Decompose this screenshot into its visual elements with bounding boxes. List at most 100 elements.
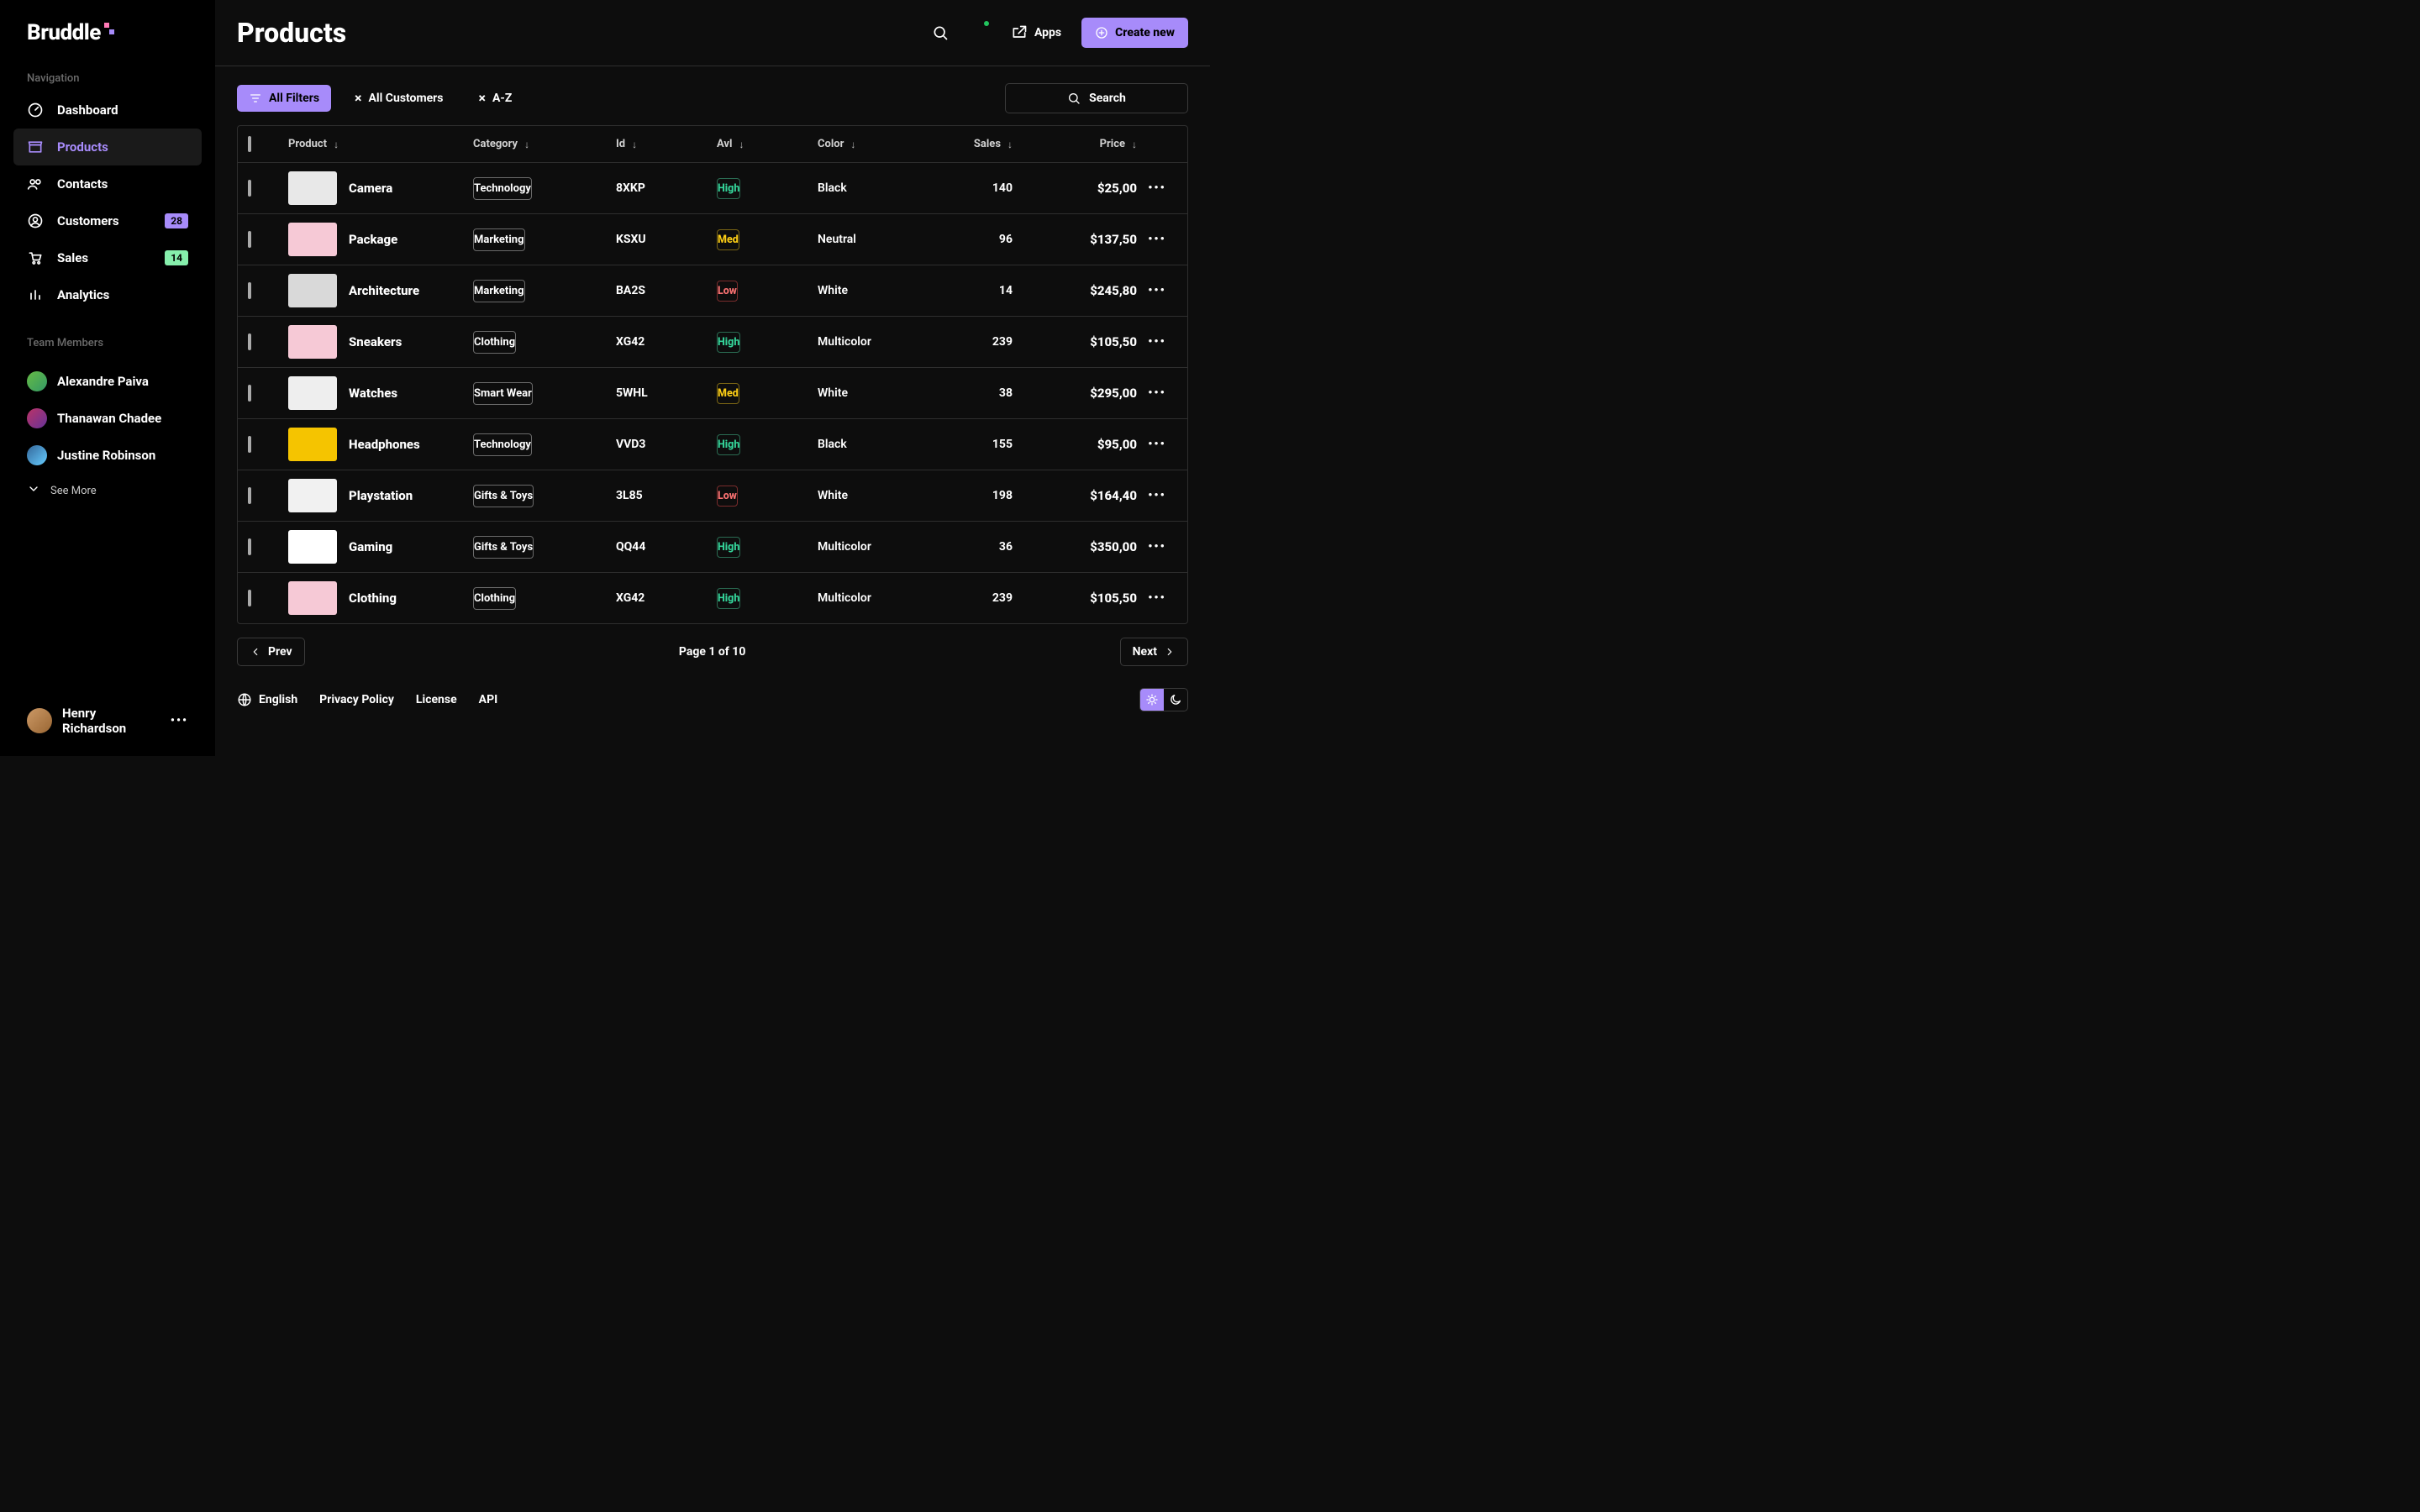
product-price: $25,00 — [1028, 181, 1137, 196]
category-pill: Gifts & Toys — [473, 536, 534, 559]
row-actions-button[interactable]: ••• — [1137, 335, 1177, 349]
product-thumbnail — [288, 274, 337, 307]
row-checkbox[interactable] — [248, 231, 251, 248]
search-button[interactable]: Search — [1005, 83, 1188, 113]
team-member-name: Alexandre Paiva — [57, 374, 149, 389]
avatar[interactable] — [27, 708, 52, 733]
brand-logo[interactable]: Bruddle — [13, 20, 202, 66]
filter-icon — [249, 92, 262, 105]
row-checkbox[interactable] — [248, 436, 251, 453]
category-pill: Gifts & Toys — [473, 485, 534, 507]
sidebar-item-label: Sales — [57, 250, 88, 265]
sidebar-item-label: Products — [57, 139, 108, 155]
product-color: Multicolor — [818, 591, 944, 605]
team-member[interactable]: Alexandre Paiva — [13, 363, 202, 400]
row-checkbox[interactable] — [248, 282, 251, 299]
product-name: Headphones — [349, 437, 420, 452]
filters-bar: All Filters × All Customers × A-Z Search — [215, 66, 1210, 125]
table-row[interactable]: HeadphonesTechnologyVVD3HighBlack155$95,… — [238, 419, 1187, 470]
moon-icon — [1169, 693, 1182, 706]
col-avl[interactable]: Avl↓ — [717, 138, 818, 150]
license-link[interactable]: License — [416, 693, 457, 706]
product-thumbnail — [288, 171, 337, 205]
team-member[interactable]: Thanawan Chadee — [13, 400, 202, 437]
sort-arrow-icon: ↓ — [850, 139, 855, 150]
table-row[interactable]: PackageMarketingKSXUMedNeutral96$137,50•… — [238, 214, 1187, 265]
sort-arrow-icon: ↓ — [1007, 139, 1013, 150]
row-checkbox[interactable] — [248, 180, 251, 197]
close-icon: × — [478, 92, 486, 105]
row-checkbox[interactable] — [248, 590, 251, 606]
all-filters-button[interactable]: All Filters — [237, 85, 331, 112]
notification-dot-icon — [984, 21, 989, 26]
row-actions-button[interactable]: ••• — [1137, 181, 1177, 195]
sidebar-item-contacts[interactable]: Contacts — [13, 165, 202, 202]
sidebar-item-products[interactable]: Products — [13, 129, 202, 165]
theme-light-button[interactable] — [1140, 689, 1164, 711]
col-id[interactable]: Id↓ — [616, 138, 717, 150]
row-actions-button[interactable]: ••• — [1137, 438, 1177, 451]
sidebar-item-analytics[interactable]: Analytics — [13, 276, 202, 313]
api-link[interactable]: API — [479, 693, 498, 706]
table-row[interactable]: ClothingClothingXG42HighMulticolor239$10… — [238, 573, 1187, 623]
col-color[interactable]: Color↓ — [818, 138, 944, 150]
next-page-button[interactable]: Next — [1120, 638, 1188, 666]
row-actions-button[interactable]: ••• — [1137, 489, 1177, 502]
product-name: Architecture — [349, 283, 419, 298]
team-member[interactable]: Justine Robinson — [13, 437, 202, 474]
table-row[interactable]: PlaystationGifts & Toys3L85LowWhite198$1… — [238, 470, 1187, 522]
topbar: Products Apps Create new — [215, 0, 1210, 66]
see-more-button[interactable]: See More — [13, 474, 202, 507]
product-color: Neutral — [818, 233, 944, 246]
apps-button[interactable]: Apps — [1011, 24, 1061, 41]
product-id: KSXU — [616, 233, 717, 246]
row-actions-button[interactable]: ••• — [1137, 386, 1177, 400]
row-actions-button[interactable]: ••• — [1137, 591, 1177, 605]
sort-arrow-icon: ↓ — [1132, 139, 1137, 150]
user-menu-button[interactable]: ••• — [171, 714, 188, 727]
product-id: XG42 — [616, 591, 717, 605]
global-search-button[interactable] — [930, 23, 950, 43]
row-checkbox[interactable] — [248, 333, 251, 350]
row-checkbox[interactable] — [248, 538, 251, 555]
table-row[interactable]: ArchitectureMarketingBA2SLowWhite14$245,… — [238, 265, 1187, 317]
pagination: Prev Page 1 of 10 Next — [215, 624, 1210, 671]
table-row[interactable]: GamingGifts & ToysQQ44HighMulticolor36$3… — [238, 522, 1187, 573]
col-price[interactable]: Price↓ — [1028, 138, 1137, 150]
create-new-button[interactable]: Create new — [1081, 18, 1188, 48]
col-sales[interactable]: Sales↓ — [944, 138, 1028, 150]
availability-pill: Med — [717, 229, 739, 250]
prev-page-button[interactable]: Prev — [237, 638, 305, 666]
select-all-checkbox[interactable] — [248, 136, 251, 152]
sidebar-item-label: Customers — [57, 213, 119, 228]
sidebar-item-customers[interactable]: Customers 28 — [13, 202, 202, 239]
language-selector[interactable]: English — [237, 692, 297, 707]
availability-pill: Med — [717, 383, 739, 404]
category-pill: Clothing — [473, 587, 516, 610]
avatar — [27, 445, 47, 465]
theme-dark-button[interactable] — [1164, 689, 1187, 711]
row-actions-button[interactable]: ••• — [1137, 233, 1177, 246]
product-name: Sneakers — [349, 334, 402, 349]
availability-pill: High — [717, 588, 740, 609]
col-category[interactable]: Category↓ — [473, 138, 616, 150]
sidebar-item-dashboard[interactable]: Dashboard — [13, 92, 202, 129]
row-actions-button[interactable]: ••• — [1137, 284, 1177, 297]
table-row[interactable]: CameraTechnology8XKPHighBlack140$25,00••… — [238, 163, 1187, 214]
row-actions-button[interactable]: ••• — [1137, 540, 1177, 554]
product-thumbnail — [288, 223, 337, 256]
table-row[interactable]: WatchesSmart Wear5WHLMedWhite38$295,00••… — [238, 368, 1187, 419]
row-checkbox[interactable] — [248, 487, 251, 504]
product-sales: 155 — [944, 438, 1028, 451]
nav-heading: Navigation — [13, 66, 202, 92]
privacy-link[interactable]: Privacy Policy — [319, 693, 394, 706]
product-name: Playstation — [349, 488, 413, 503]
notifications-button[interactable] — [971, 23, 991, 43]
row-checkbox[interactable] — [248, 385, 251, 402]
col-product[interactable]: Product↓ — [288, 138, 473, 150]
filter-chip[interactable]: × A-Z — [466, 85, 523, 112]
product-name: Watches — [349, 386, 397, 401]
sidebar-item-sales[interactable]: Sales 14 — [13, 239, 202, 276]
table-row[interactable]: SneakersClothingXG42HighMulticolor239$10… — [238, 317, 1187, 368]
filter-chip[interactable]: × All Customers — [343, 85, 455, 112]
